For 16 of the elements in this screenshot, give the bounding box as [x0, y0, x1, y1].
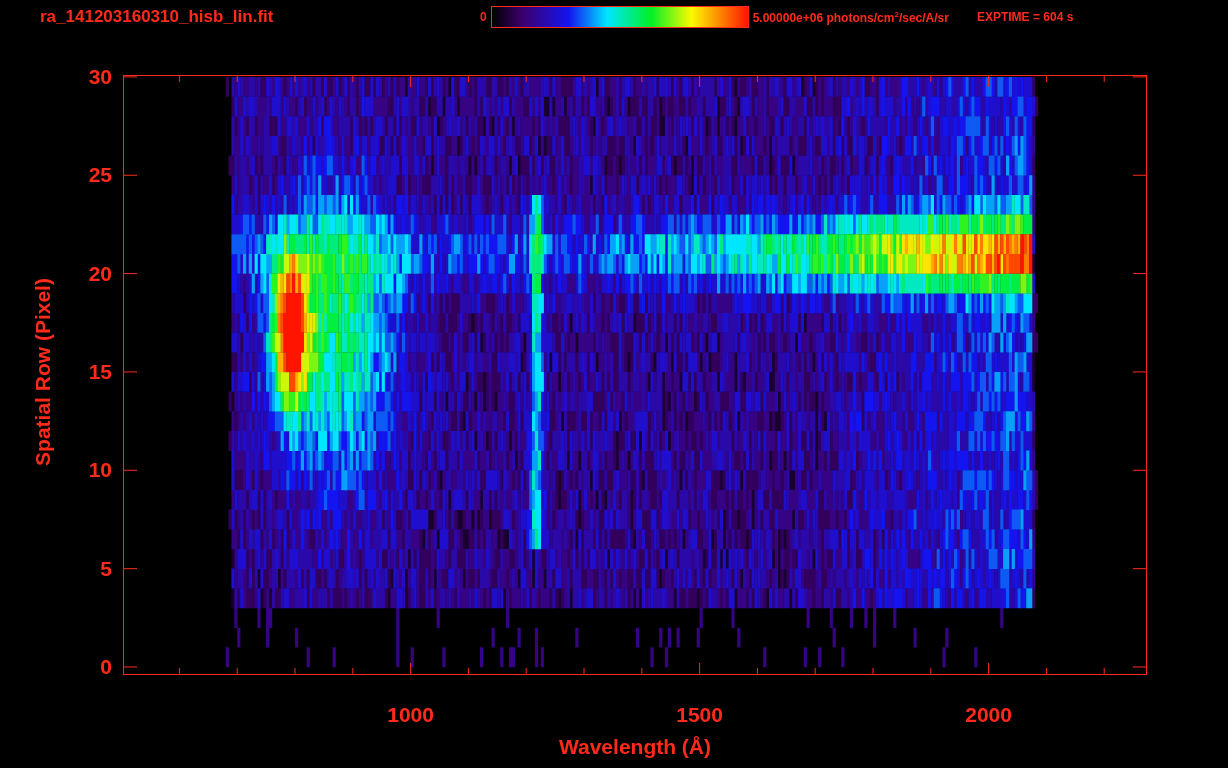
- y-tick-label: 5: [100, 556, 112, 581]
- y-tick-label: 20: [88, 261, 112, 286]
- x-tick-label: 1000: [387, 703, 434, 727]
- exposure-label: EXPTIME = 604 s: [976, 10, 1074, 24]
- y-tick-label: 15: [88, 359, 112, 384]
- file-title: ra_141203160310_hisb_lin.fit: [40, 7, 275, 27]
- x-tick-label: 1500: [676, 703, 723, 727]
- x-axis-label: Wavelength (Å): [557, 735, 713, 759]
- y-axis-label: Spatial Row (Pixel): [31, 277, 55, 468]
- y-tick-label: 10: [88, 458, 112, 483]
- x-tick-label: 2000: [965, 703, 1012, 727]
- y-tick-label: 30: [88, 64, 112, 89]
- y-tick-label: 25: [88, 163, 112, 188]
- colorbar-max-label: 5.00000e+06 photons/cm$^{2}$/sec/A/sr: [752, 9, 949, 25]
- colorbar-min-label: 0: [480, 10, 487, 24]
- y-tick-label: 0: [100, 655, 112, 679]
